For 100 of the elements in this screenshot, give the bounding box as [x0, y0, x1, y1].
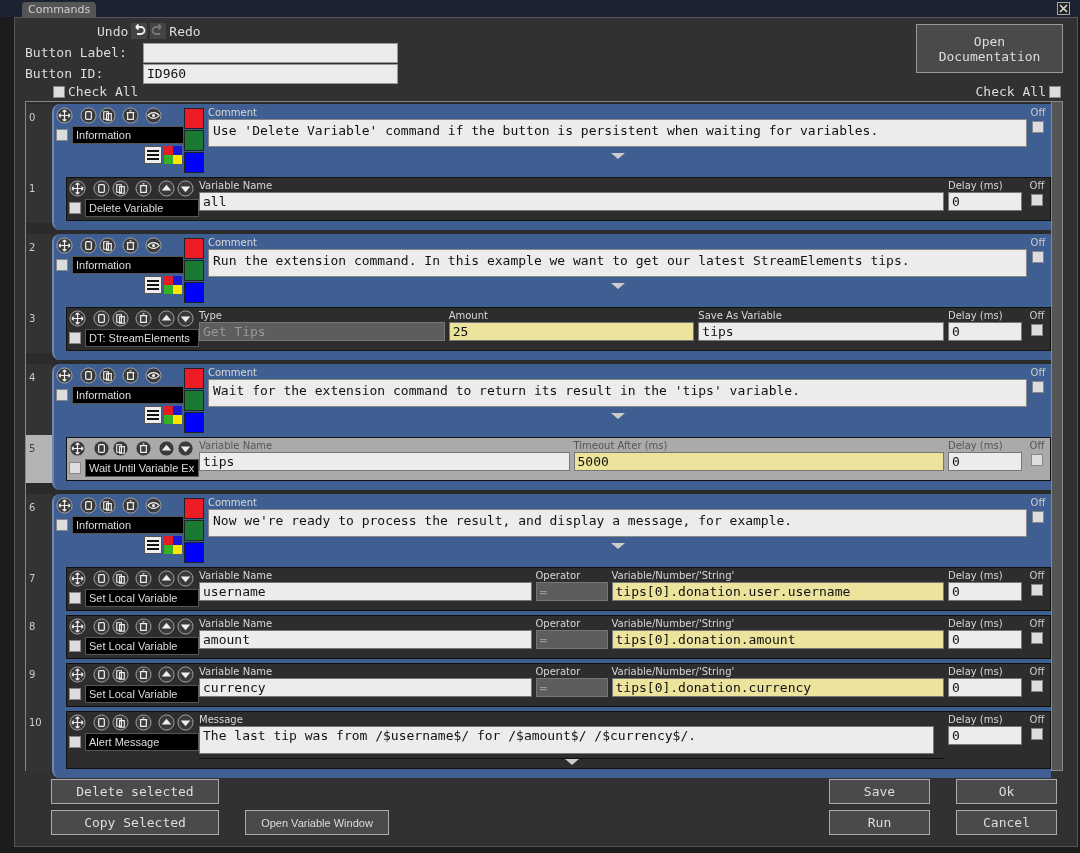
color-swatch[interactable]: [184, 260, 204, 281]
color-swatch[interactable]: [184, 152, 204, 173]
action-command-row[interactable]: DT: StreamElements Type Get Tips Amount 25 Save As Variable tips Delay (ms) 0 Off: [66, 307, 1051, 351]
open-documentation-button[interactable]: Open Documentation: [916, 24, 1063, 73]
list-icon[interactable]: [144, 276, 162, 294]
checkbox[interactable]: [69, 688, 81, 700]
color-grid-icon[interactable]: [164, 146, 182, 164]
comment-field[interactable]: Wait for the extension command to return its result in the 'tips' variable.: [208, 379, 1027, 407]
trash-icon[interactable]: [135, 714, 152, 731]
expand-arrow-icon[interactable]: [610, 153, 625, 159]
checkbox[interactable]: [1032, 381, 1044, 393]
list-icon[interactable]: [144, 146, 162, 164]
trash-icon[interactable]: [122, 107, 139, 124]
trash-icon[interactable]: [135, 440, 152, 457]
color-swatch[interactable]: [184, 130, 204, 151]
copy-icon[interactable]: [93, 666, 110, 683]
action-command-row[interactable]: Delete Variable Variable Name all Delay (ms) 0 Off: [66, 177, 1051, 221]
run-button[interactable]: Run: [829, 810, 930, 835]
input-field[interactable]: 5000: [573, 452, 944, 471]
checkbox[interactable]: [1032, 251, 1044, 263]
close-icon[interactable]: [1057, 2, 1070, 15]
move-icon[interactable]: [56, 237, 73, 254]
trash-icon[interactable]: [122, 367, 139, 384]
copy-icon[interactable]: [80, 107, 97, 124]
input-field[interactable]: The last tip was from /$username$/ for /$amount$/ /$currency$/.: [199, 726, 934, 754]
list-icon[interactable]: [144, 406, 162, 424]
color-swatch[interactable]: [184, 108, 204, 129]
delay-field[interactable]: 0: [948, 726, 1022, 745]
copy-icon[interactable]: [80, 367, 97, 384]
checkbox[interactable]: [69, 592, 81, 604]
copy-selected-button[interactable]: Copy Selected: [51, 810, 219, 835]
input-field[interactable]: amount: [199, 630, 532, 649]
checkbox[interactable]: [1031, 194, 1043, 206]
move-icon[interactable]: [69, 180, 86, 197]
checkbox[interactable]: [1032, 511, 1044, 523]
color-swatch[interactable]: [184, 282, 204, 303]
color-swatch[interactable]: [184, 412, 204, 433]
input-field[interactable]: username: [199, 582, 532, 601]
copy-icon[interactable]: [93, 570, 110, 587]
undo-icon[interactable]: [131, 23, 148, 39]
checkbox[interactable]: [1032, 121, 1044, 133]
delete-selected-button[interactable]: Delete selected: [51, 779, 219, 804]
paste-icon[interactable]: [112, 666, 129, 683]
checkbox[interactable]: [1031, 454, 1043, 466]
color-grid-icon[interactable]: [164, 276, 182, 294]
expand-arrow-icon[interactable]: [610, 543, 625, 549]
checkbox[interactable]: [56, 259, 68, 271]
input-field[interactable]: ID960: [143, 63, 398, 84]
input-field[interactable]: tips: [698, 322, 944, 341]
color-grid-icon[interactable]: [164, 536, 182, 554]
checkbox[interactable]: [1031, 584, 1043, 596]
copy-icon[interactable]: [93, 618, 110, 635]
move-icon[interactable]: [56, 107, 73, 124]
checkbox[interactable]: [69, 736, 81, 748]
copy-icon[interactable]: [93, 440, 110, 457]
input-field[interactable]: tips[0].donation.currency: [611, 678, 944, 697]
eye-icon[interactable]: [145, 107, 162, 124]
action-command-row[interactable]: Set Local Variable Variable Name username Operator = Variable/Number/'String' tips[0].donation.user.username Delay (ms) 0 Off: [66, 567, 1051, 611]
list-icon[interactable]: [144, 536, 162, 554]
eye-icon[interactable]: [145, 367, 162, 384]
checkbox[interactable]: [69, 202, 81, 214]
eye-icon[interactable]: [145, 237, 162, 254]
delay-field[interactable]: 0: [948, 192, 1022, 211]
trash-icon[interactable]: [135, 570, 152, 587]
input-field[interactable]: tips[0].donation.user.username: [611, 582, 944, 601]
color-swatch[interactable]: [184, 542, 204, 563]
open-variable-window-button[interactable]: Open Variable Window: [245, 810, 389, 835]
checkbox[interactable]: [1031, 728, 1043, 740]
checkbox[interactable]: [56, 129, 68, 141]
copy-icon[interactable]: [93, 180, 110, 197]
color-swatch[interactable]: [184, 368, 204, 389]
action-command-row[interactable]: Set Local Variable Variable Name amount Operator = Variable/Number/'String' tips[0].donation.amount Delay (ms) 0 Off: [66, 615, 1051, 659]
paste-icon[interactable]: [112, 618, 129, 635]
action-command-row[interactable]: Wait Until Variable Ex Variable Name tips Timeout After (ms) 5000 Delay (ms) 0 Off: [66, 437, 1051, 481]
copy-icon[interactable]: [80, 237, 97, 254]
checkbox[interactable]: [1031, 632, 1043, 644]
move-icon[interactable]: [69, 310, 86, 327]
delay-field[interactable]: 0: [948, 452, 1022, 471]
scrollbar[interactable]: [1051, 102, 1062, 770]
comment-field[interactable]: Run the extension command. In this example we want to get our latest StreamElements tips.: [208, 249, 1027, 277]
color-swatch[interactable]: [184, 390, 204, 411]
comment-field[interactable]: Use 'Delete Variable' command if the button is persistent when waiting for variables.: [208, 119, 1027, 147]
trash-icon[interactable]: [135, 618, 152, 635]
action-command-row[interactable]: Alert Message Message The last tip was from /$username$/ for /$amount$/ /$currency$/. Delay (ms) 0 Off: [66, 711, 1051, 769]
color-grid-icon[interactable]: [164, 406, 182, 424]
trash-icon[interactable]: [135, 666, 152, 683]
trash-icon[interactable]: [122, 237, 139, 254]
expand-arrow-icon[interactable]: [610, 283, 625, 289]
expand-arrow-icon[interactable]: [564, 759, 579, 765]
checkbox[interactable]: [1031, 680, 1043, 692]
paste-icon[interactable]: [99, 237, 116, 254]
input-field[interactable]: [143, 42, 398, 63]
checkbox[interactable]: [69, 462, 81, 474]
paste-icon[interactable]: [112, 310, 129, 327]
move-icon[interactable]: [56, 497, 73, 514]
move-icon[interactable]: [56, 367, 73, 384]
move-icon[interactable]: [69, 714, 86, 731]
checkbox[interactable]: [69, 640, 81, 652]
color-swatch[interactable]: [184, 238, 204, 259]
ok-button[interactable]: Ok: [956, 779, 1057, 804]
